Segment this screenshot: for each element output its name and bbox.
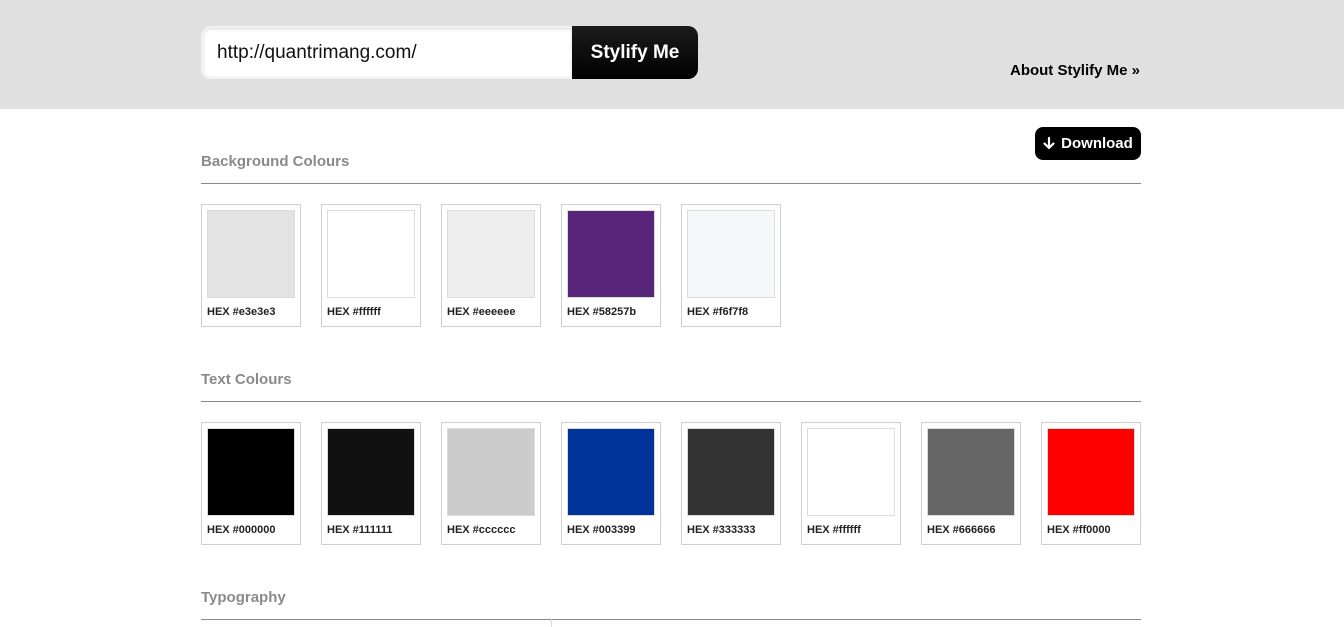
swatch-colour-chip [207,428,295,516]
swatch-hex-label: HEX #cccccc [447,524,516,536]
swatch-hex-label: HEX #ffffff [327,306,381,318]
section-divider [201,619,1141,620]
about-stylify-link[interactable]: About Stylify Me » [1010,62,1140,79]
colour-swatch[interactable]: HEX #ffffff [801,422,901,545]
swatch-colour-chip [207,210,295,298]
swatch-hex-label: HEX #000000 [207,524,276,536]
colour-swatch[interactable]: HEX #f6f7f8 [681,204,781,327]
download-label: Download [1061,135,1133,152]
swatch-hex-label: HEX #e3e3e3 [207,306,276,318]
swatch-hex-label: HEX #111111 [327,524,393,536]
swatch-colour-chip [567,428,655,516]
colour-swatch[interactable]: HEX #111111 [321,422,421,545]
swatch-hex-label: HEX #58257b [567,306,637,318]
swatch-colour-chip [327,428,415,516]
section-title: Typography [201,589,286,606]
colour-swatch[interactable]: HEX #e3e3e3 [201,204,301,327]
colour-swatch[interactable]: HEX #cccccc [441,422,541,545]
arrow-down-icon [1043,137,1055,150]
background-swatch-list: HEX #e3e3e3 HEX #ffffff HEX #eeeeee HEX #58… [201,204,1141,327]
text-colours-section: Text Colours HEX #000000 HEX #111111 HEX #… [201,371,1141,545]
typography-column-divider [551,618,552,627]
colour-swatch[interactable]: HEX #ffffff [321,204,421,327]
colour-swatch[interactable]: HEX #58257b [561,204,661,327]
swatch-colour-chip [327,210,415,298]
swatch-colour-chip [447,210,535,298]
swatch-hex-label: HEX #003399 [567,524,636,536]
background-colours-section: Background Colours HEX #e3e3e3 HEX #fffff… [201,153,1141,327]
stylify-button[interactable]: Stylify Me [572,26,698,79]
swatch-hex-label: HEX #ff0000 [1047,524,1111,536]
swatch-hex-label: HEX #333333 [687,524,756,536]
typography-section: Typography [201,589,1141,620]
swatch-hex-label: HEX #eeeeee [447,306,516,318]
swatch-colour-chip [927,428,1015,516]
url-form: Stylify Me [201,26,698,79]
colour-swatch[interactable]: HEX #333333 [681,422,781,545]
swatch-colour-chip [1047,428,1135,516]
swatch-hex-label: HEX #ffffff [807,524,861,536]
section-divider [201,183,1141,184]
swatch-hex-label: HEX #666666 [927,524,996,536]
swatch-colour-chip [687,428,775,516]
url-input[interactable] [201,26,572,79]
swatch-colour-chip [447,428,535,516]
section-title: Background Colours [201,153,350,170]
swatch-colour-chip [687,210,775,298]
text-swatch-list: HEX #000000 HEX #111111 HEX #cccccc HEX #00… [201,422,1141,545]
colour-swatch[interactable]: HEX #000000 [201,422,301,545]
section-title: Text Colours [201,371,292,388]
swatch-colour-chip [567,210,655,298]
colour-swatch[interactable]: HEX #ff0000 [1041,422,1141,545]
swatch-colour-chip [807,428,895,516]
top-bar: Stylify Me About Stylify Me » [0,0,1344,109]
swatch-hex-label: HEX #f6f7f8 [687,306,749,318]
colour-swatch[interactable]: HEX #666666 [921,422,1021,545]
colour-swatch[interactable]: HEX #003399 [561,422,661,545]
colour-swatch[interactable]: HEX #eeeeee [441,204,541,327]
section-divider [201,401,1141,402]
